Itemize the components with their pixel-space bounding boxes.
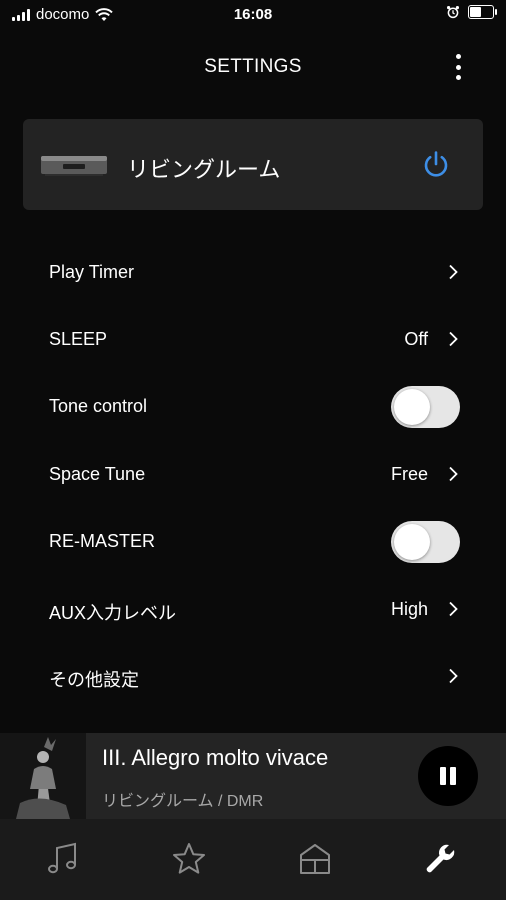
setting-row-space-tune[interactable]: Space Tune Free bbox=[0, 454, 506, 494]
device-card[interactable]: リビングルーム bbox=[23, 119, 483, 210]
star-icon bbox=[173, 843, 205, 874]
tone-control-toggle[interactable] bbox=[391, 386, 460, 428]
setting-label: RE-MASTER bbox=[49, 531, 156, 551]
device-image bbox=[41, 156, 107, 176]
music-note-icon bbox=[48, 842, 76, 874]
setting-label: その他設定 bbox=[49, 670, 139, 690]
status-right bbox=[446, 5, 497, 19]
chevron-right-icon bbox=[449, 331, 458, 347]
alarm-icon bbox=[447, 6, 459, 19]
re-master-toggle[interactable] bbox=[391, 521, 460, 563]
power-icon[interactable] bbox=[421, 149, 451, 179]
track-subtitle: リビングルーム / DMR bbox=[102, 793, 264, 810]
tab-home[interactable] bbox=[252, 819, 378, 900]
pause-icon bbox=[440, 767, 446, 785]
setting-row-aux-level[interactable]: AUX入力レベル High bbox=[0, 589, 506, 629]
setting-label: AUX入力レベル bbox=[49, 603, 177, 623]
setting-row-tone-control: Tone control bbox=[0, 386, 506, 428]
wrench-icon bbox=[426, 844, 455, 873]
setting-value: Free bbox=[390, 464, 428, 484]
tab-favorites[interactable] bbox=[126, 819, 252, 900]
chevron-right-icon bbox=[449, 601, 458, 617]
pause-button[interactable] bbox=[418, 746, 478, 806]
more-vertical-icon[interactable] bbox=[448, 54, 468, 80]
setting-label: Tone control bbox=[49, 396, 148, 416]
setting-label: Space Tune bbox=[49, 464, 146, 484]
setting-row-re-master: RE-MASTER bbox=[0, 521, 506, 563]
album-art bbox=[0, 733, 86, 819]
tab-bar bbox=[0, 819, 506, 900]
chevron-right-icon bbox=[449, 466, 458, 482]
setting-row-play-timer[interactable]: Play Timer bbox=[0, 252, 506, 292]
now-playing-bar[interactable]: III. Allegro molto vivace リビングルーム / DMR bbox=[0, 733, 506, 819]
device-name: リビングルーム bbox=[127, 157, 281, 182]
setting-row-other-settings[interactable]: その他設定 bbox=[0, 656, 506, 696]
chevron-right-icon bbox=[449, 668, 458, 684]
page-title: SETTINGS bbox=[204, 56, 302, 77]
setting-row-sleep[interactable]: SLEEP Off bbox=[0, 319, 506, 359]
chevron-right-icon bbox=[449, 264, 458, 280]
track-title: III. Allegro molto vivace bbox=[102, 745, 329, 770]
status-time: 16:08 bbox=[233, 6, 273, 23]
setting-label: Play Timer bbox=[49, 262, 135, 282]
tab-settings[interactable] bbox=[378, 819, 504, 900]
home-icon bbox=[300, 844, 330, 874]
status-bar: docomo 16:08 bbox=[0, 0, 506, 30]
tab-music[interactable] bbox=[0, 819, 126, 900]
setting-value: Off bbox=[404, 329, 428, 349]
setting-label: SLEEP bbox=[49, 329, 108, 349]
setting-value: High bbox=[390, 599, 428, 619]
battery-icon bbox=[468, 5, 497, 19]
header: SETTINGS bbox=[0, 48, 506, 84]
